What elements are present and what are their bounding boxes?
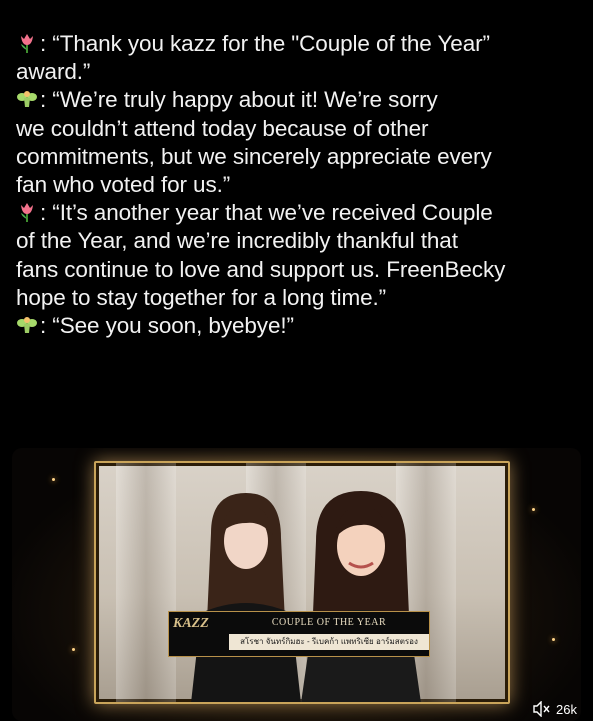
line-text: we couldn’t attend today because of othe…: [16, 115, 429, 141]
sparkle: [552, 638, 555, 641]
post-line: commitments, but we sincerely appreciate…: [16, 143, 582, 171]
video-controls: 26k: [533, 699, 577, 719]
line-text: of the Year, and we’re incredibly thankf…: [16, 228, 458, 254]
speaker-muted-icon[interactable]: [533, 701, 551, 717]
kazz-logo: KAZZ: [173, 616, 209, 631]
post-line: : “Thank you kazz for the "Couple of the…: [16, 30, 582, 58]
post-line: fans continue to love and support us. Fr…: [16, 256, 582, 284]
post-line: : “It’s another year that we’ve received…: [16, 199, 582, 227]
line-text: fans continue to love and support us. Fr…: [16, 256, 506, 282]
line-text: : “It’s another year that we’ve received…: [40, 200, 493, 226]
video-player[interactable]: KAZZ COUPLE OF THE YEAR สโรชา จันทร์กิมฮ…: [12, 448, 581, 721]
line-text: commitments, but we sincerely appreciate…: [16, 143, 492, 169]
line-text: hope to stay together for a long time.”: [16, 284, 387, 310]
line-text: : “Thank you kazz for the "Couple of the…: [40, 31, 490, 56]
line-text: : “See you soon, byebye!”: [40, 313, 294, 339]
person-left: [191, 493, 301, 702]
post-line: award.”: [16, 58, 582, 86]
award-banner: KAZZ COUPLE OF THE YEAR สโรชา จันทร์กิมฮ…: [168, 611, 430, 657]
tulip-emoji-icon: [21, 203, 33, 223]
post-text: : “Thank you kazz for the "Couple of the…: [16, 30, 582, 340]
post-line: of the Year, and we’re incredibly thankf…: [16, 227, 582, 255]
video-frame: KAZZ COUPLE OF THE YEAR สโรชา จันทร์กิมฮ…: [94, 461, 510, 704]
post-line: : “We’re truly happy about it! We’re sor…: [16, 86, 582, 114]
view-count: 26k: [556, 701, 577, 717]
line-text: : “We’re truly happy about it! We’re sor…: [40, 87, 438, 113]
post-line: hope to stay together for a long time.”: [16, 284, 582, 312]
fairy-emoji-icon: [17, 317, 37, 334]
line-text: fan who voted for us.”: [16, 172, 231, 198]
post-line: we couldn’t attend today because of othe…: [16, 115, 582, 143]
sparkle: [532, 508, 535, 511]
sparkle: [72, 648, 75, 651]
tulip-emoji-icon: [21, 34, 33, 53]
sparkle: [52, 478, 55, 481]
line-text: award.”: [16, 59, 91, 85]
award-names: สโรชา จันทร์กิมฮะ - รีเบคก้า แพทริเซีย อ…: [229, 634, 429, 650]
fairy-emoji-icon: [17, 91, 37, 108]
post-line: : “See you soon, byebye!”: [16, 312, 582, 340]
award-title: COUPLE OF THE YEAR: [271, 617, 387, 628]
person-right: [301, 491, 421, 702]
post-line: fan who voted for us.”: [16, 171, 582, 199]
